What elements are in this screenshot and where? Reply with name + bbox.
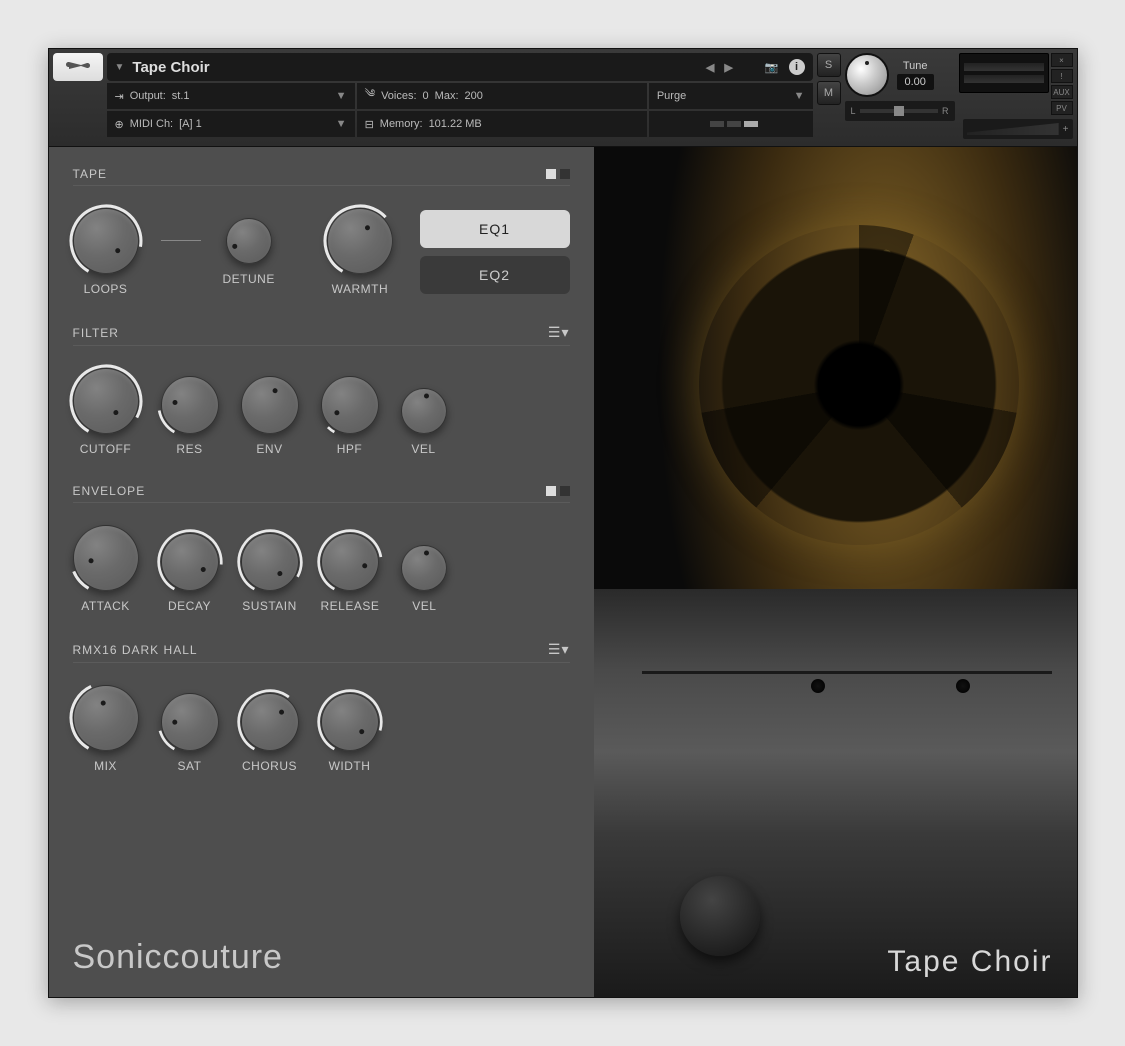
voices-value: 0: [423, 90, 429, 102]
midi-value: [A] 1: [179, 118, 202, 130]
solo-button[interactable]: S: [817, 53, 841, 77]
chorus-label: CHORUS: [242, 759, 297, 773]
sat-knob[interactable]: [161, 693, 219, 751]
header-right: S M Tune 0.00 L R: [817, 53, 1073, 142]
tape-section-header: TAPE: [73, 167, 570, 186]
tune-knob[interactable]: [845, 53, 889, 97]
product-name: Tape Choir: [887, 945, 1052, 979]
voices-label: Voices:: [381, 90, 416, 102]
brand-logo: Soniccouture: [73, 918, 570, 977]
instrument-name: Tape Choir: [132, 59, 209, 76]
env-vel-knob[interactable]: [401, 545, 447, 591]
warmth-knob[interactable]: [327, 208, 393, 274]
decay-label: DECAY: [168, 599, 211, 613]
chorus-knob[interactable]: [241, 693, 299, 751]
filter-section-header: FILTER ☰▾: [73, 324, 570, 346]
sustain-knob[interactable]: [241, 533, 299, 591]
output-select[interactable]: ⇥ Output: st.1 ▼: [107, 83, 355, 109]
width-label: WIDTH: [329, 759, 371, 773]
header: ▼ Tape Choir ◀ ▶ 📷 i ⇥ Output: st.1 ▼: [49, 49, 1077, 147]
mix-knob[interactable]: [73, 685, 139, 751]
cutoff-knob[interactable]: [73, 368, 139, 434]
memory-value: 101.22 MB: [429, 118, 482, 130]
tune-value[interactable]: 0.00: [897, 74, 934, 90]
filter-vel-label: VEL: [411, 442, 435, 456]
res-knob[interactable]: [161, 376, 219, 434]
hpf-knob[interactable]: [321, 376, 379, 434]
memory-display: ⊟ Memory: 101.22 MB: [357, 111, 647, 137]
pv-button[interactable]: PV: [1051, 101, 1073, 115]
tape-page-2[interactable]: [560, 169, 570, 179]
voices-display: ༄ Voices: 0 Max: 200: [357, 83, 647, 109]
instrument-title-bar[interactable]: ▼ Tape Choir ◀ ▶ 📷 i: [107, 53, 813, 81]
loops-knob[interactable]: [73, 208, 139, 274]
tune-label: Tune: [903, 60, 928, 72]
sustain-label: SUSTAIN: [242, 599, 297, 613]
next-preset-button[interactable]: ▶: [724, 61, 732, 74]
envelope-title: ENVELOPE: [73, 484, 146, 498]
pan-r-label: R: [942, 106, 949, 116]
voices-max-value[interactable]: 200: [465, 90, 483, 102]
attack-knob[interactable]: [73, 525, 139, 591]
res-label: RES: [176, 442, 202, 456]
env-knob[interactable]: [241, 376, 299, 434]
plugin-window: ▼ Tape Choir ◀ ▶ 📷 i ⇥ Output: st.1 ▼: [48, 48, 1078, 998]
env-page-1[interactable]: [546, 486, 556, 496]
filter-vel-knob[interactable]: [401, 388, 447, 434]
fx-menu-icon[interactable]: ☰▾: [548, 641, 570, 658]
body: TAPE LOOPS DETUNE: [49, 147, 1077, 997]
detune-knob[interactable]: [226, 218, 272, 264]
pan-l-label: L: [851, 106, 856, 116]
aux-button[interactable]: AUX: [1051, 85, 1073, 99]
midi-label: MIDI Ch:: [130, 118, 173, 130]
volume-slider[interactable]: +: [963, 119, 1073, 139]
snapshot-icon[interactable]: 📷: [765, 61, 779, 74]
minimize-button[interactable]: !: [1051, 69, 1073, 83]
instrument-artwork: Tape Choir: [594, 147, 1077, 997]
cutoff-label: CUTOFF: [80, 442, 131, 456]
controls-panel: TAPE LOOPS DETUNE: [49, 147, 594, 997]
output-meter: [959, 53, 1049, 93]
pan-slider[interactable]: L R: [845, 101, 955, 121]
decay-knob[interactable]: [161, 533, 219, 591]
release-knob[interactable]: [321, 533, 379, 591]
purge-menu[interactable]: Purge ▼: [649, 83, 813, 109]
tape-title: TAPE: [73, 167, 107, 181]
prev-preset-button[interactable]: ◀: [706, 61, 714, 74]
width-knob[interactable]: [321, 693, 379, 751]
mix-label: MIX: [94, 759, 117, 773]
sat-label: SAT: [178, 759, 202, 773]
memory-label: Memory:: [380, 118, 423, 130]
info-icon[interactable]: i: [789, 59, 805, 75]
voices-max-label: Max:: [435, 90, 459, 102]
fx-title: RMX16 DARK HALL: [73, 643, 198, 657]
attack-label: ATTACK: [81, 599, 130, 613]
output-value: st.1: [172, 90, 190, 102]
hpf-label: HPF: [337, 442, 363, 456]
env-page-2[interactable]: [560, 486, 570, 496]
settings-wrench-button[interactable]: [53, 53, 103, 81]
purge-label: Purge: [657, 90, 686, 102]
output-label: Output:: [130, 90, 166, 102]
header-center: ▼ Tape Choir ◀ ▶ 📷 i ⇥ Output: st.1 ▼: [107, 53, 813, 142]
tape-page-1[interactable]: [546, 169, 556, 179]
loops-label: LOOPS: [84, 282, 128, 296]
midi-channel-select[interactable]: ⊕ MIDI Ch: [A] 1 ▼: [107, 111, 355, 137]
fx-section-header: RMX16 DARK HALL ☰▾: [73, 641, 570, 663]
dropdown-arrow-icon: ▼: [115, 62, 125, 73]
filter-title: FILTER: [73, 326, 119, 340]
eq1-button[interactable]: EQ1: [420, 210, 570, 248]
detune-label: DETUNE: [223, 272, 275, 286]
env-label: ENV: [256, 442, 282, 456]
envelope-section-header: ENVELOPE: [73, 484, 570, 503]
env-vel-label: VEL: [412, 599, 436, 613]
filter-menu-icon[interactable]: ☰▾: [548, 324, 570, 341]
purge-status-bars: [649, 111, 813, 137]
warmth-label: WARMTH: [332, 282, 389, 296]
release-label: RELEASE: [321, 599, 380, 613]
eq2-button[interactable]: EQ2: [420, 256, 570, 294]
wrench-icon: [65, 59, 91, 75]
mute-button[interactable]: M: [817, 81, 841, 105]
close-button[interactable]: ×: [1051, 53, 1073, 67]
